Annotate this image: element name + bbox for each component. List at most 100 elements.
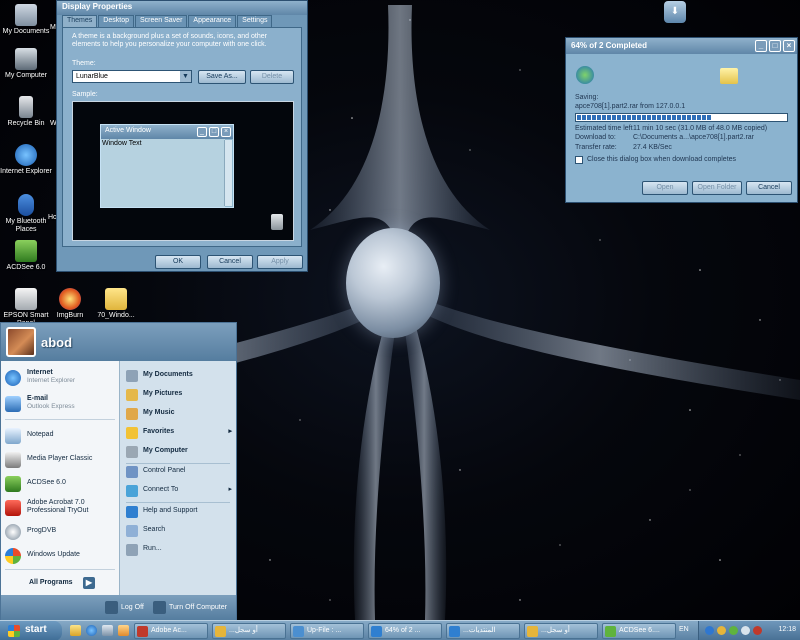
start-place-help-and-support[interactable]: Help and Support xyxy=(126,505,234,521)
antivirus-icon[interactable] xyxy=(729,626,738,635)
desktop-icon-folder[interactable]: 70_Windo... xyxy=(90,288,142,320)
taskbar-button[interactable]: ...المنتديات xyxy=(446,623,520,639)
bluetooth-icon[interactable] xyxy=(705,626,714,635)
start-item-acdsee[interactable]: ACDSee 6.0 xyxy=(5,475,117,495)
theme-value: LunarBlue xyxy=(76,73,108,80)
taskbar-button[interactable]: 64% of 2 ... xyxy=(368,623,442,639)
transfer-rate-value: 27.4 KB/Sec xyxy=(633,144,672,151)
tab-settings[interactable]: Settings xyxy=(237,15,273,27)
open-button[interactable]: Open xyxy=(642,181,688,195)
download-cancel-button[interactable]: Cancel xyxy=(746,181,792,195)
chevron-right-icon: ▸ xyxy=(228,428,232,435)
start-place-control-panel[interactable]: Control Panel xyxy=(126,465,234,481)
delete-button[interactable]: Delete xyxy=(250,70,294,84)
turn-off-computer-button[interactable]: Turn Off Computer xyxy=(153,601,227,614)
network-icon[interactable] xyxy=(717,626,726,635)
notepad-icon xyxy=(5,428,21,444)
active-window-preview: Active Window _ □ × Window Text xyxy=(100,124,234,208)
theme-label: Theme: xyxy=(72,60,96,67)
ok-button[interactable]: OK xyxy=(155,255,201,269)
quick-launch-media-icon[interactable] xyxy=(118,625,129,636)
maximize-icon: □ xyxy=(209,127,219,137)
acdsee-icon xyxy=(5,476,21,492)
start-item-notepad[interactable]: Notepad xyxy=(5,427,117,447)
start-place-my-computer[interactable]: My Computer xyxy=(126,445,234,461)
start-item-adobe-acrobat[interactable]: Adobe Acrobat 7.0 Professional TryOut xyxy=(5,499,117,519)
my-computer-icon xyxy=(126,446,138,458)
download-titlebar[interactable]: 64% of 2 Completed _ □ × xyxy=(566,38,797,54)
estimated-label: Estimated time left xyxy=(575,125,633,132)
display-properties-titlebar[interactable]: Display Properties xyxy=(57,1,307,15)
start-item-internet[interactable]: Internet Internet Explorer xyxy=(5,369,117,389)
all-programs-button[interactable]: All Programs ▶ xyxy=(29,575,99,591)
chevron-down-icon[interactable]: ▼ xyxy=(180,71,191,82)
open-folder-button[interactable]: Open Folder xyxy=(692,181,742,195)
start-item-progdvb[interactable]: ProgDVB xyxy=(5,523,117,543)
taskbar-button[interactable]: ...أو سجل xyxy=(212,623,286,639)
divider xyxy=(5,569,115,570)
folder-icon xyxy=(105,288,127,310)
tab-themes[interactable]: Themes xyxy=(62,15,98,27)
download-title: 64% of 2 Completed xyxy=(571,41,648,50)
quick-launch-ie-icon[interactable] xyxy=(86,625,97,636)
language-indicator[interactable]: EN xyxy=(679,626,689,633)
apply-button[interactable]: Apply xyxy=(257,255,303,269)
desktop-icon-internet-explorer[interactable]: Internet Explorer xyxy=(0,144,52,176)
quick-launch-folder-icon[interactable] xyxy=(70,625,81,636)
desktop-icon-acdsee[interactable]: ACDSee 6.0 xyxy=(0,240,52,272)
close-when-done-checkbox[interactable] xyxy=(575,156,583,164)
download-to-value: C:\Documents a...\apce708[1].part2.rar xyxy=(633,134,755,141)
volume-icon[interactable] xyxy=(741,626,750,635)
tab-desktop[interactable]: Desktop xyxy=(98,15,134,27)
start-place-my-pictures[interactable]: My Pictures xyxy=(126,388,234,404)
control-panel-icon xyxy=(126,466,138,478)
taskbar-button[interactable]: Adobe Ac... xyxy=(134,623,208,639)
start-button[interactable]: start xyxy=(0,621,62,640)
download-progress-dialog: 64% of 2 Completed _ □ × Saving: apce708… xyxy=(565,37,798,203)
epson-icon xyxy=(15,288,37,310)
quick-launch-desktop-icon[interactable] xyxy=(102,625,113,636)
windows-logo-icon xyxy=(8,625,20,637)
theme-select[interactable]: LunarBlue ▼ xyxy=(72,70,192,83)
start-place-my-music[interactable]: My Music xyxy=(126,407,234,423)
start-place-search[interactable]: Search xyxy=(126,524,234,540)
taskbar-button[interactable]: ...أو سجل xyxy=(524,623,598,639)
start-item-email[interactable]: E-mail Outlook Express xyxy=(5,395,117,415)
power-icon xyxy=(153,601,166,614)
desktop-icon-recycle-bin[interactable]: Recycle Bin xyxy=(0,96,52,128)
start-place-my-documents[interactable]: My Documents xyxy=(126,369,234,385)
display-properties-window: Display Properties Themes Desktop Screen S… xyxy=(56,0,308,272)
security-icon[interactable] xyxy=(753,626,762,635)
windows-update-icon xyxy=(5,548,21,564)
desktop-icon-my-computer[interactable]: My Computer xyxy=(0,48,52,80)
acrobat-icon xyxy=(5,500,21,516)
tab-screen-saver[interactable]: Screen Saver xyxy=(134,15,188,27)
desktop-icon-imgburn[interactable]: ImgBurn xyxy=(44,288,96,320)
log-off-icon xyxy=(105,601,118,614)
arrow-right-icon: ▶ xyxy=(83,577,95,589)
tab-appearance[interactable]: Appearance xyxy=(188,15,237,27)
imgburn-icon xyxy=(59,288,81,310)
save-as-button[interactable]: Save As... xyxy=(198,70,246,84)
start-place-run[interactable]: Run... xyxy=(126,543,234,559)
minimize-icon[interactable]: _ xyxy=(755,40,767,52)
recycle-bin-icon xyxy=(19,96,33,118)
connect-to-icon xyxy=(126,485,138,497)
download-arrow-icon[interactable]: ⬇ xyxy=(664,1,686,23)
start-place-favorites[interactable]: Favorites ▸ xyxy=(126,426,234,442)
close-icon[interactable]: × xyxy=(783,40,795,52)
internet-explorer-icon xyxy=(15,144,37,166)
start-place-connect-to[interactable]: Connect To ▸ xyxy=(126,484,234,500)
start-item-windows-update[interactable]: Windows Update xyxy=(5,547,117,567)
start-item-media-player-classic[interactable]: Media Player Classic xyxy=(5,451,117,471)
taskbar-button[interactable]: ACDSee 6.... xyxy=(602,623,676,639)
cancel-button[interactable]: Cancel xyxy=(207,255,253,269)
search-icon xyxy=(126,525,138,537)
log-off-button[interactable]: Log Off xyxy=(105,601,144,614)
desktop-icon-my-documents[interactable]: My Documents xyxy=(0,4,52,36)
avatar[interactable] xyxy=(6,327,36,357)
taskbar-button[interactable]: Up-File : ... xyxy=(290,623,364,639)
file-name: apce708[1].part2.rar from 127.0.0.1 xyxy=(575,103,686,110)
desktop-icon-bluetooth[interactable]: My Bluetooth Places xyxy=(0,194,52,234)
maximize-icon[interactable]: □ xyxy=(769,40,781,52)
